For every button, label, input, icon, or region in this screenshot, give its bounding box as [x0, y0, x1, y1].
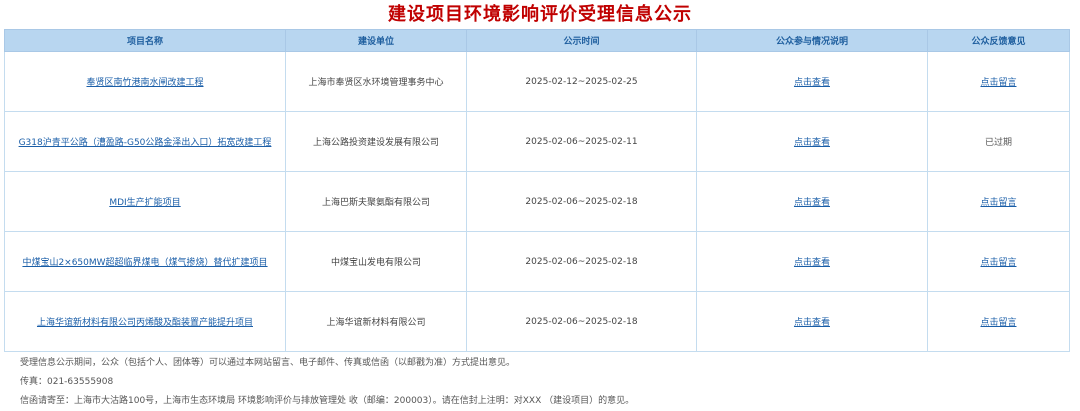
leave-feedback-link[interactable]: 点击留言: [927, 291, 1070, 352]
notice-text: 受理信息公示期间，公众（包括个人、团体等）可以通过本网站留言、电子邮件、传真或信…: [20, 358, 516, 368]
page-title: 建设项目环境影响评价受理信息公示: [388, 4, 692, 25]
table-row: 上海华谊新材料有限公司丙烯酸及酯装置产能提升项目 上海华谊新材料有限公司 202…: [4, 291, 1070, 352]
view-participation-link[interactable]: 点击查看: [696, 111, 928, 172]
construction-unit: 上海华谊新材料有限公司: [285, 291, 467, 352]
fax-text: 传真：021-63555908: [20, 377, 114, 387]
view-participation-link[interactable]: 点击查看: [696, 51, 928, 112]
view-participation-link[interactable]: 点击查看: [696, 291, 928, 352]
header-project-name: 项目名称: [4, 29, 286, 52]
header-feedback: 公众反馈意见: [927, 29, 1070, 52]
header-participation: 公众参与情况说明: [696, 29, 928, 52]
view-participation-link[interactable]: 点击查看: [696, 171, 928, 232]
feedback-expired-text: 已过期: [927, 111, 1070, 172]
project-name-link[interactable]: 奉贤区南竹港南水闸改建工程: [4, 51, 286, 112]
mail-address-text: 信函请寄至：上海市大沽路100号，上海市生态环境局 环境影响评价与排放管理处 收…: [20, 396, 635, 406]
table-row: 奉贤区南竹港南水闸改建工程 上海市奉贤区水环境管理事务中心 2025-02-12…: [4, 51, 1070, 112]
publicity-period: 2025-02-06~2025-02-18: [466, 291, 697, 352]
publicity-period: 2025-02-12~2025-02-25: [466, 51, 697, 112]
header-construction-unit: 建设单位: [285, 29, 467, 52]
project-table: 项目名称 建设单位 公示时间 公众参与情况说明 公众反馈意见 奉贤区南竹港南水闸…: [4, 29, 1070, 352]
project-name-link[interactable]: G318沪青平公路（漕盈路-G50公路金泽出入口）拓宽改建工程: [4, 111, 286, 172]
publicity-period: 2025-02-06~2025-02-18: [466, 231, 697, 292]
table-row: MDI生产扩能项目 上海巴斯夫聚氨酯有限公司 2025-02-06~2025-0…: [4, 171, 1070, 232]
project-name-link[interactable]: 上海华谊新材料有限公司丙烯酸及酯装置产能提升项目: [4, 291, 286, 352]
publicity-period: 2025-02-06~2025-02-18: [466, 171, 697, 232]
construction-unit: 上海巴斯夫聚氨酯有限公司: [285, 171, 467, 232]
leave-feedback-link[interactable]: 点击留言: [927, 51, 1070, 112]
table-header-row: 项目名称 建设单位 公示时间 公众参与情况说明 公众反馈意见: [4, 29, 1070, 52]
view-participation-link[interactable]: 点击查看: [696, 231, 928, 292]
table-row: 中煤宝山2×650MW超超临界煤电（煤气掺烧）替代扩建项目 中煤宝山发电有限公司…: [4, 231, 1070, 292]
publicity-period: 2025-02-06~2025-02-11: [466, 111, 697, 172]
construction-unit: 上海市奉贤区水环境管理事务中心: [285, 51, 467, 112]
construction-unit: 上海公路投资建设发展有限公司: [285, 111, 467, 172]
leave-feedback-link[interactable]: 点击留言: [927, 231, 1070, 292]
leave-feedback-link[interactable]: 点击留言: [927, 171, 1070, 232]
table-row: G318沪青平公路（漕盈路-G50公路金泽出入口）拓宽改建工程 上海公路投资建设…: [4, 111, 1070, 172]
project-name-link[interactable]: MDI生产扩能项目: [4, 171, 286, 232]
header-publicity-period: 公示时间: [466, 29, 697, 52]
construction-unit: 中煤宝山发电有限公司: [285, 231, 467, 292]
project-name-link[interactable]: 中煤宝山2×650MW超超临界煤电（煤气掺烧）替代扩建项目: [4, 231, 286, 292]
notice-section: 受理信息公示期间，公众（包括个人、团体等）可以通过本网站留言、电子邮件、传真或信…: [20, 354, 634, 411]
